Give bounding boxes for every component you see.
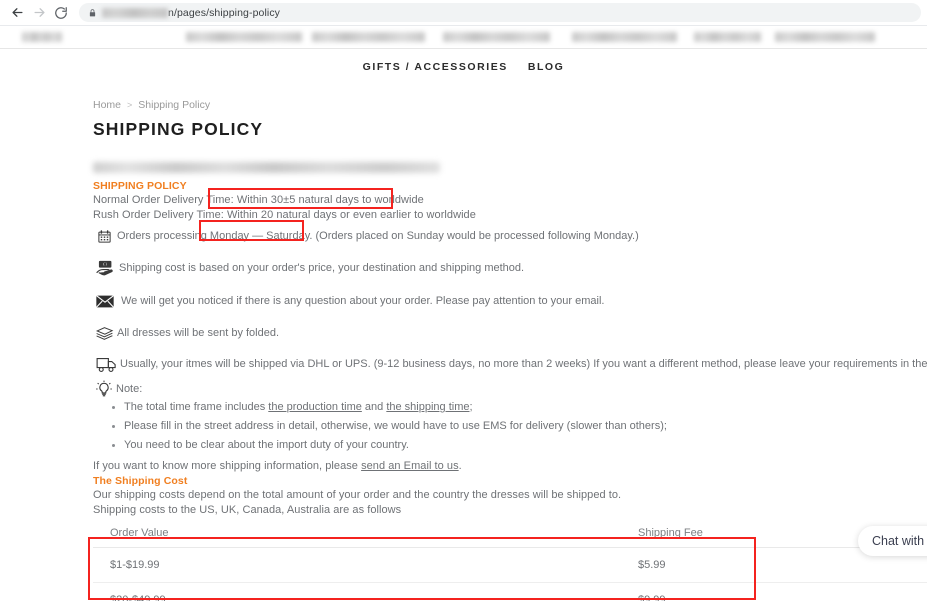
table-row: $1-$19.99 $5.99 xyxy=(93,547,927,583)
bookmark-item[interactable] xyxy=(775,32,875,42)
address-bar[interactable]: n/pages/shipping-policy xyxy=(79,3,921,22)
email-notice-text: We will get you noticed if there is any … xyxy=(121,295,605,307)
rush-order-delivery-time: Rush Order Delivery Time: Within 20 natu… xyxy=(93,209,476,221)
shipping-carrier-row: Usually, your itmes will be shipped via … xyxy=(93,353,927,375)
bullet-text-pre: The total time frame includes xyxy=(124,401,269,413)
chat-widget-button[interactable]: Chat with xyxy=(858,526,927,556)
page-content: GIFTS / ACCESSORIES BLOG Home > Shipping… xyxy=(0,49,927,601)
bookmark-item[interactable] xyxy=(572,32,677,42)
table-row: $20-$49.99 $9.99 xyxy=(93,582,927,601)
redacted-text-line xyxy=(93,162,440,173)
shipping-time-link[interactable]: the shipping time xyxy=(386,401,469,413)
url-redacted-domain xyxy=(102,7,168,18)
shipping-cost-row: $ Shipping cost is based on your order's… xyxy=(93,258,524,278)
delivery-truck-icon xyxy=(93,353,119,375)
bullet-text: Please fill in the street address in det… xyxy=(124,420,667,432)
bookmark-item[interactable] xyxy=(22,32,62,42)
breadcrumb-current: Shipping Policy xyxy=(138,99,211,111)
folded-stack-icon xyxy=(93,324,115,342)
cell-order-value: $20-$49.99 xyxy=(93,582,638,601)
breadcrumb-separator-icon: > xyxy=(127,100,133,110)
breadcrumb-home[interactable]: Home xyxy=(93,99,121,111)
section-heading-shipping-policy: SHIPPING POLICY xyxy=(93,180,187,192)
shipping-fee-table: Order Value Shipping Fee $1-$19.99 $5.99… xyxy=(93,521,927,601)
email-notice-row: We will get you noticed if there is any … xyxy=(93,291,604,311)
note-label: Note: xyxy=(116,383,143,395)
more-shipping-info: If you want to know more shipping inform… xyxy=(93,460,462,472)
bookmark-item[interactable] xyxy=(186,32,302,42)
send-email-link[interactable]: send an Email to us xyxy=(361,460,459,472)
folded-dresses-row: All dresses will be sent by folded. xyxy=(93,324,279,342)
lightbulb-icon xyxy=(93,378,115,400)
breadcrumb: Home > Shipping Policy xyxy=(93,99,210,111)
page-title: SHIPPING POLICY xyxy=(93,119,264,139)
normal-order-delivery-time: Normal Order Delivery Time: Within 30±5 … xyxy=(93,194,424,206)
forward-button[interactable] xyxy=(28,2,50,24)
url-path: n/pages/shipping-policy xyxy=(168,6,281,19)
bullet-text-mid: and xyxy=(361,401,387,413)
bookmark-item[interactable] xyxy=(694,32,761,42)
shipping-cost-text: Shipping cost is based on your order's p… xyxy=(119,262,525,274)
cell-shipping-fee: $9.99 xyxy=(638,582,927,601)
reload-button[interactable] xyxy=(50,2,72,24)
shipping-carrier-text: Usually, your itmes will be shipped via … xyxy=(120,358,927,370)
folded-dresses-text: All dresses will be sent by folded. xyxy=(117,327,280,339)
table-header: Order Value Shipping Fee xyxy=(93,521,927,548)
bullet-text-post: ; xyxy=(469,401,473,413)
back-button[interactable] xyxy=(6,2,28,24)
calendar-icon xyxy=(93,226,115,246)
list-item: Please fill in the street address in det… xyxy=(110,420,667,432)
nav-item-blog[interactable]: BLOG xyxy=(528,61,565,73)
note-bullet-list: The total time frame includes the produc… xyxy=(110,401,667,458)
nav-item-gifts-accessories[interactable]: GIFTS / ACCESSORIES xyxy=(363,61,508,73)
more-info-pre: If you want to know more shipping inform… xyxy=(93,460,362,472)
bullet-text: You need to be clear about the import du… xyxy=(124,439,409,451)
shipping-cost-countries: Shipping costs to the US, UK, Canada, Au… xyxy=(93,504,402,516)
table-header-row: Order Value Shipping Fee xyxy=(93,521,927,548)
site-navigation: GIFTS / ACCESSORIES BLOG xyxy=(0,61,927,73)
table-body: $1-$19.99 $5.99 $20-$49.99 $9.99 xyxy=(93,547,927,601)
chat-widget-label: Chat with xyxy=(872,534,925,548)
orders-processing-row: Orders processing Monday — Saturday. (Or… xyxy=(93,226,639,246)
url-text: n/pages/shipping-policy xyxy=(102,7,280,19)
section-heading-shipping-cost: The Shipping Cost xyxy=(93,475,188,487)
production-time-link[interactable]: the production time xyxy=(268,401,362,413)
list-item: The total time frame includes the produc… xyxy=(110,401,667,413)
browser-toolbar: n/pages/shipping-policy xyxy=(0,0,927,25)
more-info-post: . xyxy=(458,460,462,472)
list-item: You need to be clear about the import du… xyxy=(110,439,667,451)
bookmarks-bar xyxy=(0,26,927,48)
bookmark-item[interactable] xyxy=(443,32,550,42)
envelope-icon xyxy=(93,291,117,311)
money-hand-icon: $ xyxy=(93,258,117,278)
bookmark-item[interactable] xyxy=(312,32,425,42)
orders-processing-text: Orders processing Monday — Saturday. (Or… xyxy=(117,230,639,242)
cell-order-value: $1-$19.99 xyxy=(93,547,638,583)
column-header-order-value: Order Value xyxy=(93,521,638,548)
shipping-cost-explanation: Our shipping costs depend on the total a… xyxy=(93,489,622,501)
svg-text:$: $ xyxy=(104,263,106,267)
lock-icon xyxy=(87,7,97,18)
note-row: Note: xyxy=(93,378,142,400)
